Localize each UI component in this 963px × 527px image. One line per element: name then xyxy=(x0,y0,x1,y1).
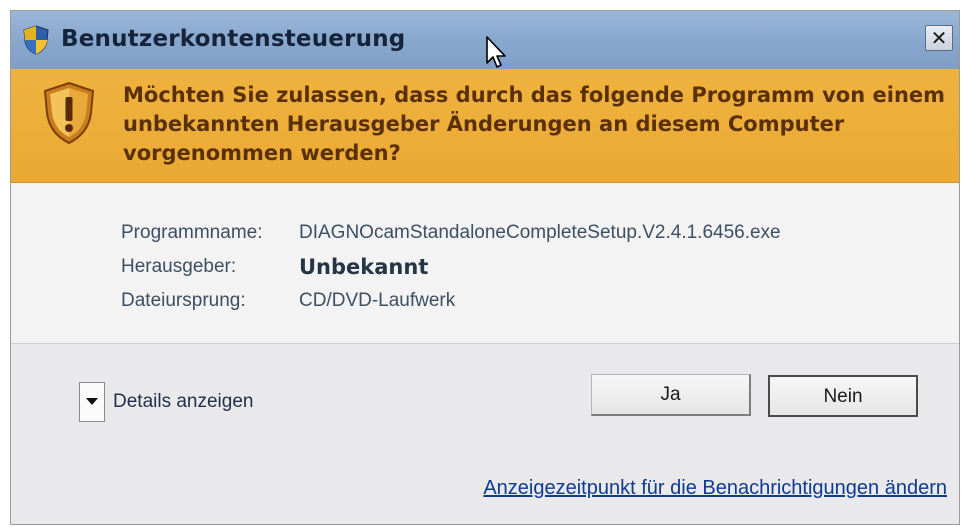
warning-message: Möchten Sie zulassen, dass durch das fol… xyxy=(123,83,946,165)
publisher-row: Herausgeber: Unbekannt xyxy=(121,250,781,284)
details-toggle-label[interactable]: Details anzeigen xyxy=(113,391,253,413)
yes-button[interactable]: Ja xyxy=(591,374,751,416)
uac-dialog: Benutzerkontensteuerung ✕ Möchten Sie zu… xyxy=(10,10,960,525)
file-origin-label: Dateiursprung: xyxy=(121,290,246,311)
uac-shield-icon xyxy=(23,25,49,55)
program-details: Programmname: DIAGNOcamStandaloneComplet… xyxy=(121,216,781,318)
file-origin-row: Dateiursprung: CD/DVD-Laufwerk xyxy=(121,284,781,318)
no-button[interactable]: Nein xyxy=(768,375,918,417)
notification-settings-link[interactable]: Anzeigezeitpunkt für die Benachrichtigun… xyxy=(483,477,947,500)
publisher-value: Unbekannt xyxy=(299,255,429,279)
program-name-row: Programmname: DIAGNOcamStandaloneComplet… xyxy=(121,216,781,250)
program-name-value: DIAGNOcamStandaloneCompleteSetup.V2.4.1.… xyxy=(299,222,781,243)
close-icon: ✕ xyxy=(930,26,948,50)
details-expander-button[interactable] xyxy=(79,382,105,422)
file-origin-value: CD/DVD-Laufwerk xyxy=(299,290,456,311)
program-name-label: Programmname: xyxy=(121,222,263,243)
mouse-pointer-icon xyxy=(486,36,506,68)
uac-warning-shield-icon xyxy=(43,81,95,145)
close-button[interactable]: ✕ xyxy=(925,25,953,51)
chevron-down-icon xyxy=(86,398,98,405)
window-title: Benutzerkontensteuerung xyxy=(61,26,406,52)
publisher-label: Herausgeber: xyxy=(121,256,237,277)
